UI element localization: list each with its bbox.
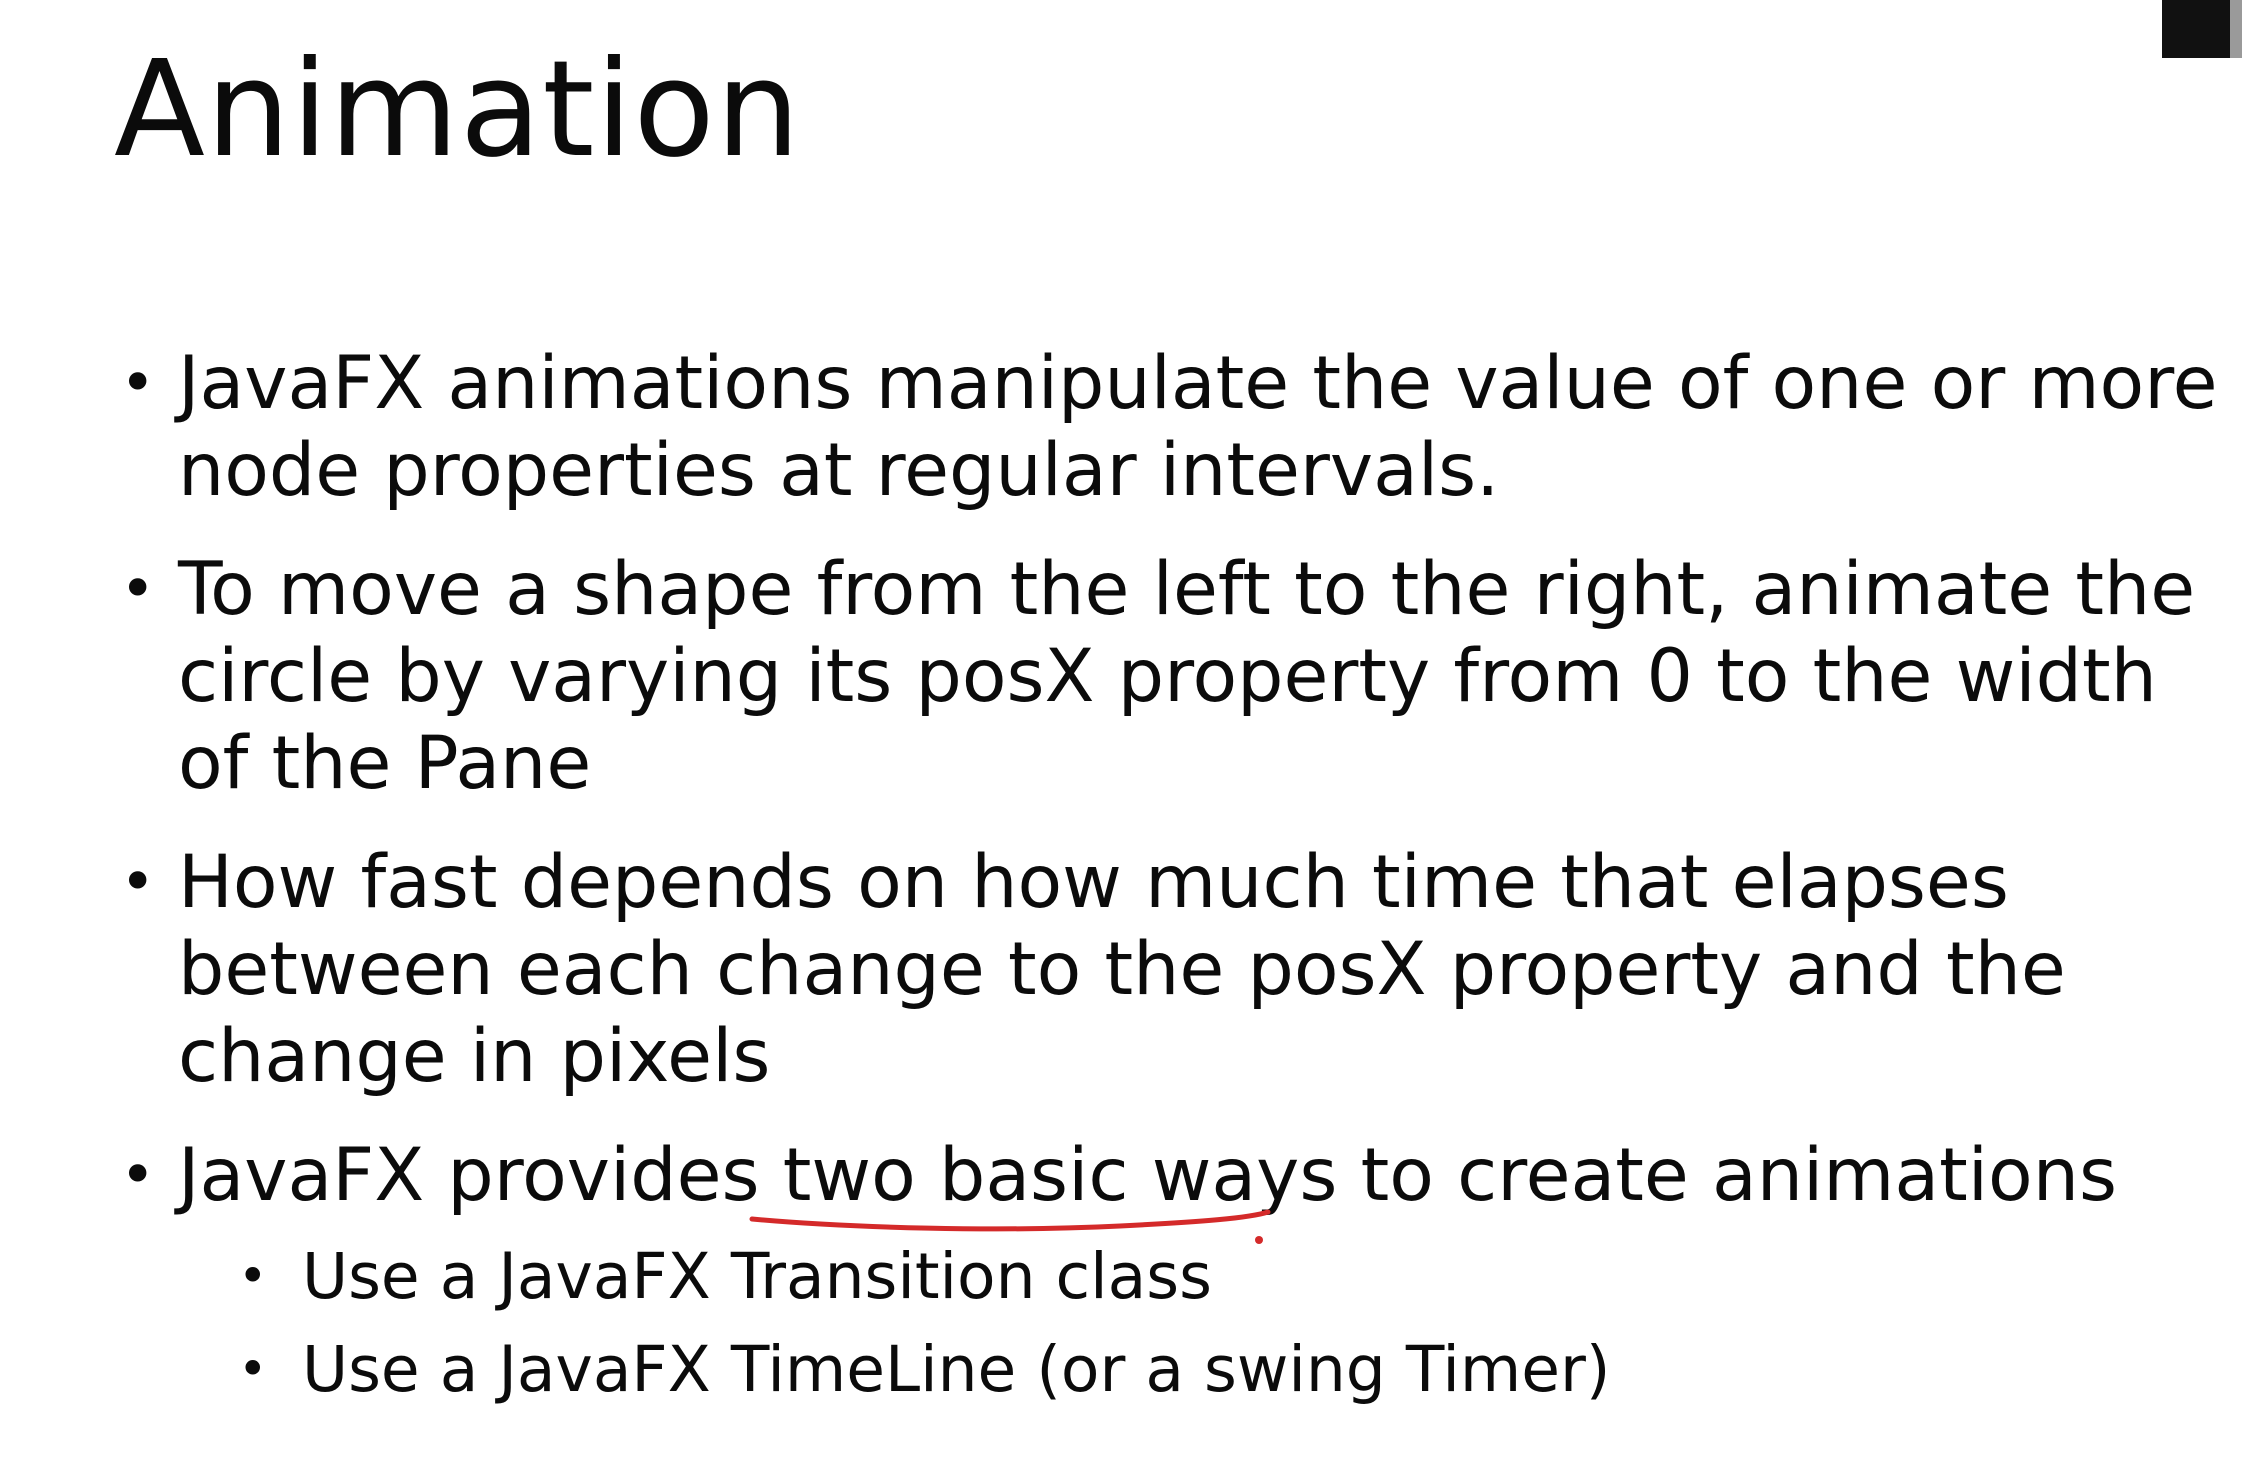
- sub-bullet-item: • Use a JavaFX TimeLine (or a swing Time…: [110, 1323, 2210, 1416]
- bullet-list: • JavaFX animations manipulate the value…: [110, 340, 2218, 1219]
- sub-bullet-item: • Use a JavaFX Transition class: [110, 1230, 2210, 1323]
- bullet-text-line: JavaFX animations manipulate the value o…: [178, 341, 2218, 426]
- bullet-text-line: between each change to the posX property…: [178, 927, 2066, 1012]
- bullet-text-line: node properties at regular intervals.: [178, 428, 1500, 513]
- sub-bullet-dot: •: [238, 1340, 268, 1398]
- bullet-text-line: To move a shape from the left to the rig…: [178, 547, 2196, 632]
- bullet-dot: •: [120, 1140, 156, 1210]
- bullet-text-line: JavaFX provides two basic ways to create…: [178, 1133, 2117, 1218]
- bullet-dot: •: [120, 554, 156, 624]
- sub-bullet-dot: •: [238, 1247, 268, 1305]
- bullet-item: • To move a shape from the left to the r…: [110, 546, 2210, 807]
- bullet-item: • JavaFX animations manipulate the value…: [110, 340, 2218, 514]
- bullet-item: • How fast depends on how much time that…: [110, 839, 2210, 1100]
- sub-bullet-text: Use a JavaFX Transition class: [302, 1240, 1212, 1313]
- bullet-text-line: circle by varying its posX property from…: [178, 634, 2157, 719]
- bullet-dot: •: [120, 348, 156, 418]
- slide-title: Animation: [114, 33, 802, 187]
- sub-bullet-list: • Use a JavaFX Transition class • Use a …: [110, 1230, 2210, 1416]
- webcam-thumbnail-edge: [2230, 0, 2242, 58]
- slide: Animation • JavaFX animations manipulate…: [0, 0, 2242, 1457]
- bullet-text-line: of the Pane: [178, 721, 592, 806]
- bullet-dot: •: [120, 847, 156, 917]
- bullet-item: • JavaFX provides two basic ways to crea…: [110, 1132, 2210, 1219]
- sub-bullet-text: Use a JavaFX TimeLine (or a swing Timer): [302, 1333, 1611, 1406]
- bullet-text-line: change in pixels: [178, 1014, 771, 1099]
- bullet-text-line: How fast depends on how much time that e…: [178, 840, 2009, 925]
